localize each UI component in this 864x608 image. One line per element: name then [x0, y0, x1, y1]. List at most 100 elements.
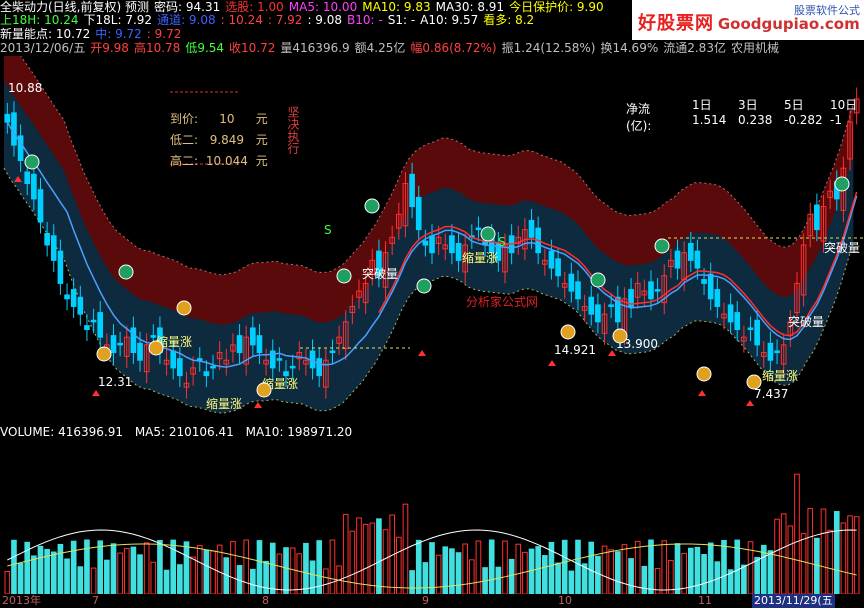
- net-flow-period[interactable]: 10日: [830, 96, 864, 113]
- volume-bar: [143, 542, 150, 594]
- volume-bar: [163, 569, 170, 594]
- volume-bar: [608, 549, 614, 594]
- up-arrow-icon: [698, 390, 706, 396]
- candle-body: [11, 112, 17, 146]
- candle-body: [37, 189, 44, 223]
- panel-unit: 元: [255, 133, 268, 147]
- net-flow-value: 1.514: [692, 113, 727, 127]
- candle-body: [422, 240, 429, 246]
- shrink-rise-label: 缩量涨: [762, 368, 798, 383]
- net-flow-period[interactable]: 1日: [692, 96, 738, 113]
- candle-body: [236, 335, 243, 354]
- header-row4-item-10: 流通2.83亿: [663, 41, 726, 55]
- volume-bar: [787, 525, 794, 594]
- header-row2-item-9: 看多: 8.2: [483, 13, 535, 27]
- header-row3-item-0: 新量能点: 10.72: [0, 27, 91, 41]
- shrink-rise-label: 缩量涨: [462, 250, 498, 265]
- header-row4-item-0: 2013/12/06/五: [0, 41, 86, 55]
- volume-bar: [588, 541, 595, 594]
- volume-bar: [409, 570, 415, 594]
- volume-bar: [595, 555, 601, 594]
- volume-bar: [648, 539, 654, 594]
- date-tick: 2013年: [2, 594, 41, 607]
- up-arrow-icon: [746, 400, 754, 406]
- volume-bar: [396, 536, 402, 594]
- candle-body: [203, 371, 210, 377]
- candle-body: [329, 350, 336, 354]
- signal-marker: [480, 226, 496, 242]
- signal-marker: [364, 198, 380, 214]
- signal-marker: [176, 300, 192, 316]
- volume-bar: [661, 540, 668, 594]
- volume-bar: [435, 554, 442, 594]
- peak-price-label: 10.88: [8, 81, 42, 95]
- volume-bar: [309, 560, 316, 594]
- volume-bar: [250, 568, 256, 594]
- candle-body: [767, 342, 774, 361]
- watermark-note: 股票软件公式: [794, 4, 860, 17]
- candle-body: [449, 235, 455, 254]
- volume-bar: [329, 539, 336, 594]
- net-flow-value: 0.238: [738, 113, 773, 127]
- volume-bar: [694, 546, 701, 594]
- candle-body: [177, 358, 183, 377]
- header-row4-item-6: 额4.25亿: [354, 41, 406, 55]
- volume-bar: [276, 553, 283, 594]
- candle-body: [110, 335, 117, 354]
- low-price-label: 14.921: [554, 343, 596, 357]
- volume-bar: [495, 566, 502, 594]
- volume-ma5: MA5: 210106.41: [134, 425, 234, 439]
- candle-body: [548, 250, 555, 269]
- header-row2-item-7: S1: -: [387, 13, 416, 27]
- volume-bar: [303, 542, 309, 594]
- volume-bar: [157, 539, 163, 594]
- volume-chart[interactable]: [0, 440, 864, 594]
- volume-bar: [369, 522, 376, 594]
- volume-bar: [230, 541, 236, 594]
- candle-body: [77, 296, 84, 315]
- volume-bar: [243, 539, 250, 594]
- date-tick: 9: [422, 594, 429, 607]
- candle-body: [654, 289, 661, 292]
- candle-body: [64, 294, 70, 300]
- volume-bar: [820, 508, 827, 594]
- volume-bar: [767, 550, 774, 594]
- panel-label: 到价:: [170, 112, 199, 126]
- up-arrow-icon: [608, 350, 616, 356]
- candle-body: [694, 250, 701, 269]
- volume-bar: [641, 565, 648, 594]
- candle-body: [648, 281, 654, 300]
- candle-body: [754, 319, 760, 346]
- candle-body: [4, 113, 11, 123]
- header-row2-item-6: B10: -: [347, 13, 383, 27]
- volume-bar: [283, 547, 289, 594]
- up-arrow-icon: [254, 402, 262, 408]
- breakout-label: 突破量: [788, 314, 824, 329]
- signal-marker: [256, 382, 272, 398]
- header-row2-item-0: 上18H: 10.24: [0, 13, 79, 27]
- sell-signal: S: [324, 223, 332, 237]
- volume-bar: [203, 549, 210, 594]
- volume-bar: [349, 530, 356, 594]
- low-price-label: 12.31: [98, 375, 132, 389]
- volume-bar: [561, 539, 568, 594]
- up-arrow-icon: [418, 350, 426, 356]
- net-flow-period[interactable]: 3日: [738, 96, 784, 113]
- header-row4-item-9: 换14.69%: [600, 41, 659, 55]
- volume-bar: [522, 551, 528, 594]
- target-price-panel: 到价: 10 元 低二: 9.849 元 高二: 10.044 元: [170, 110, 268, 169]
- net-flow-period[interactable]: 5日: [784, 96, 830, 113]
- volume-bar: [37, 545, 44, 594]
- date-tick: 8: [262, 594, 269, 607]
- candle-body: [701, 279, 707, 284]
- header-row2-item-1: 下18L: 7.92: [83, 13, 153, 27]
- candle-body: [614, 296, 621, 323]
- volume-bar: [475, 540, 482, 594]
- volume-bar: [210, 550, 216, 594]
- volume-bar: [535, 546, 541, 594]
- volume-header: VOLUME: 416396.91 MA5: 210106.41 MA10: 1…: [0, 425, 360, 439]
- signal-marker: [118, 264, 134, 280]
- header-row1-item-5: MA30: 8.91: [435, 0, 505, 14]
- candle-body: [289, 365, 296, 369]
- candle-body: [714, 289, 721, 307]
